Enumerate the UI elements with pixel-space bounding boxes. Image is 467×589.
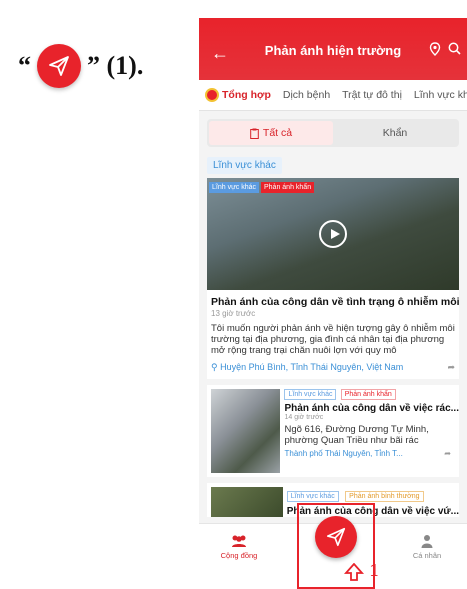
filter-segment: Tất cả Khẩn [207,119,459,147]
category-tabs: Tổng hợp Dịch bệnh Trật tự đô thị Lĩnh v… [199,80,467,111]
report-card[interactable]: Lĩnh vực khác Phản ánh khẩn Phản ánh của… [207,178,459,379]
location-pin-icon[interactable] [429,42,441,59]
app-header: ← Phản ánh hiện trường [199,18,467,80]
urgent-tag: Phản ánh khẩn [340,389,396,400]
close-quote-label: ” (1). [87,51,144,80]
open-quote: “ [18,51,31,80]
field-tag: Lĩnh vực khác [286,491,339,502]
tab-linh-vuc-khac[interactable]: Lĩnh vực khác » [408,89,467,101]
community-icon [209,534,269,551]
send-icon [37,44,81,88]
card-description: Tôi muốn người phản ánh về hiện tượng gâ… [211,323,455,356]
card-title: Phản ánh của công dân về tình trạng ô nh… [211,296,459,308]
clipboard-icon [250,128,259,139]
share-icon[interactable]: ➦ [447,362,455,373]
card-title: Phản ánh của công dân về việc rác... [284,403,459,414]
report-image [211,487,283,517]
segment-all[interactable]: Tất cả [209,121,333,145]
instruction-text: “ ” (1). [18,44,143,88]
nav-personal[interactable]: Cá nhân [397,534,457,560]
pin-icon: ⚲ [211,362,218,372]
report-image [211,389,281,473]
user-icon [397,534,457,551]
share-icon[interactable]: ➦ [444,449,451,458]
search-icon[interactable] [448,42,461,58]
field-tag: Lĩnh vực khác [284,389,337,400]
emblem-icon [205,88,219,102]
report-card[interactable]: Lĩnh vực khác Phản ánh khẩn Phản ánh của… [207,385,459,477]
page-title: Phản ánh hiện trường [264,43,402,58]
segment-urgent[interactable]: Khẩn [333,121,457,145]
video-thumbnail[interactable]: Lĩnh vực khác Phản ánh khẩn [207,178,459,290]
urgent-tag: Phản ánh khẩn [261,182,315,193]
tab-tong-hop[interactable]: Tổng hợp [199,88,277,102]
field-tag: Lĩnh vực khác [209,182,259,193]
nav-community[interactable]: Cộng đồng [209,534,269,560]
play-icon[interactable] [319,220,347,248]
card-address: Ngõ 616, Đường Dương Tự Minh, phường Qua… [284,424,429,446]
phone-screen: ← Phản ánh hiện trường Tổng hợp Dịch bện… [199,18,467,578]
category-label: Lĩnh vực khác [207,157,282,174]
normal-tag: Phản ánh bình thường [345,491,424,502]
tab-trat-tu-do-thi[interactable]: Trật tự đô thị [336,89,408,101]
card-time: 13 giờ trước [211,309,256,318]
card-time: 14 giờ trước [284,414,324,421]
tab-dich-benh[interactable]: Dịch bệnh [277,89,336,101]
card-location: Thành phố Thái Nguyên, Tỉnh T... ➦ [284,449,451,458]
card-location: ⚲ Huyện Phú Bình, Tỉnh Thái Nguyên, Việt… [211,362,455,373]
